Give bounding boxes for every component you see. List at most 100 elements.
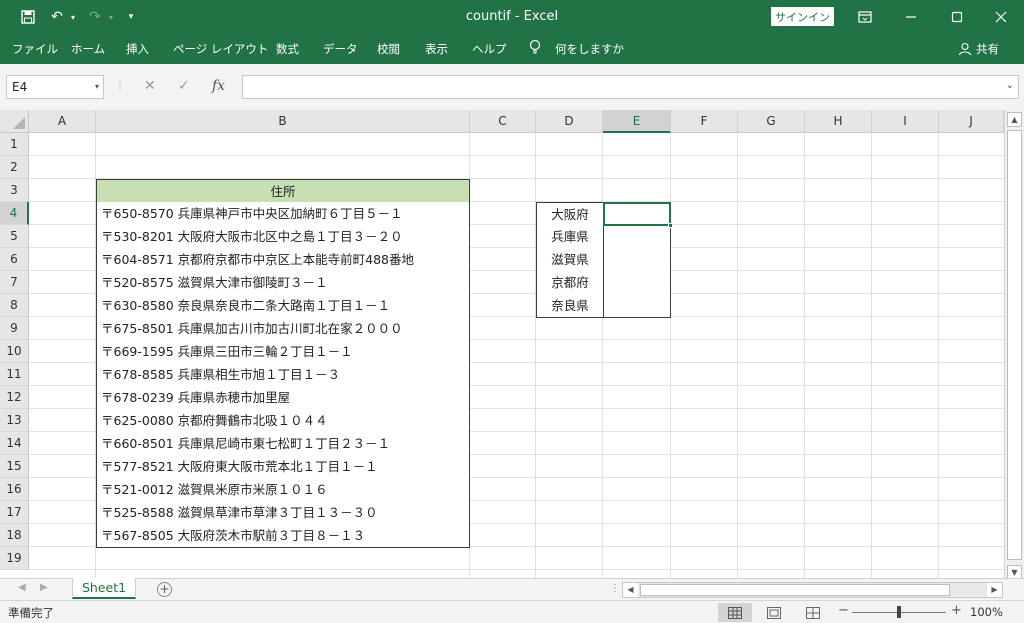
close-icon[interactable] (978, 0, 1024, 34)
scroll-right-icon[interactable]: ▶ (987, 583, 1002, 597)
vertical-scrollbar[interactable]: ▲ ▼ (1004, 110, 1024, 580)
row-header-16[interactable]: 16 (0, 478, 29, 501)
tab-data[interactable]: データ (323, 41, 358, 57)
zoom-out-icon[interactable]: − (838, 603, 849, 618)
tab-help[interactable]: ヘルプ (472, 41, 507, 57)
zoom-slider-thumb[interactable] (897, 606, 901, 618)
expand-formula-bar-icon[interactable]: ⌄ (1006, 80, 1014, 91)
tab-insert[interactable]: 挿入 (126, 41, 149, 57)
address-cell[interactable]: 〒678-8585 兵庫県相生市旭１丁目１－３ (96, 363, 470, 387)
tell-me-search[interactable]: 何をしますか (555, 41, 624, 57)
count-cell[interactable] (603, 294, 671, 318)
sheet-tab-sheet1[interactable]: Sheet1 (72, 578, 136, 599)
worksheet-grid[interactable]: A B C D E F G H I J 1 2 3 4 5 6 7 8 9 10… (0, 110, 1004, 578)
page-break-view-icon[interactable] (796, 603, 830, 622)
address-cell[interactable]: 〒625-0080 京都府舞鶴市北吸１０４４ (96, 409, 470, 433)
row-header-14[interactable]: 14 (0, 432, 29, 455)
prefecture-cell[interactable]: 兵庫県 (536, 225, 604, 249)
tab-file[interactable]: ファイル (12, 41, 58, 57)
row-header-12[interactable]: 12 (0, 386, 29, 409)
name-box-dropdown-icon[interactable]: ▾ (95, 76, 99, 98)
column-header-a[interactable]: A (29, 110, 96, 133)
address-cell[interactable]: 〒660-8501 兵庫県尼崎市東七松町１丁目２３－１ (96, 432, 470, 456)
signin-button[interactable]: サインイン (771, 7, 834, 26)
column-header-f[interactable]: F (671, 110, 738, 133)
vertical-scroll-thumb[interactable] (1007, 130, 1022, 560)
horizontal-scroll-thumb[interactable] (640, 584, 950, 596)
prefecture-cell[interactable]: 京都府 (536, 271, 604, 295)
zoom-in-icon[interactable]: + (951, 603, 962, 618)
address-cell[interactable]: 〒630-8580 奈良県奈良市二条大路南１丁目１－１ (96, 294, 470, 318)
horizontal-scrollbar[interactable]: ◀ ▶ (622, 582, 1003, 598)
row-header-13[interactable]: 13 (0, 409, 29, 432)
row-header-3[interactable]: 3 (0, 179, 29, 202)
address-cell[interactable]: 〒567-8505 大阪府茨木市駅前３丁目８－１３ (96, 524, 470, 548)
active-cell-e4[interactable] (603, 202, 671, 226)
tab-split-handle-icon[interactable]: ⋮ (610, 583, 620, 594)
column-header-d[interactable]: D (536, 110, 603, 133)
select-all-button[interactable] (0, 110, 29, 133)
row-header-1[interactable]: 1 (0, 133, 29, 156)
insert-function-icon[interactable]: 𝑓x (212, 78, 225, 94)
row-header-10[interactable]: 10 (0, 340, 29, 363)
enter-icon[interactable]: ✓ (178, 78, 190, 94)
count-cell[interactable] (603, 225, 671, 249)
address-cell[interactable]: 〒530-8201 大阪府大阪市北区中之島１丁目３－２０ (96, 225, 470, 249)
address-cell[interactable]: 〒669-1595 兵庫県三田市三輪２丁目１－１ (96, 340, 470, 364)
column-header-g[interactable]: G (738, 110, 805, 133)
count-cell[interactable] (603, 271, 671, 295)
row-header-8[interactable]: 8 (0, 294, 29, 317)
formula-input[interactable]: ⌄ (242, 75, 1019, 99)
row-header-6[interactable]: 6 (0, 248, 29, 271)
row-header-15[interactable]: 15 (0, 455, 29, 478)
page-layout-view-icon[interactable] (757, 603, 791, 622)
column-header-h[interactable]: H (805, 110, 872, 133)
tab-view[interactable]: 表示 (425, 41, 448, 57)
address-cell[interactable]: 〒577-8521 大阪府東大阪市荒本北１丁目１－１ (96, 455, 470, 479)
fill-handle[interactable] (668, 223, 673, 228)
row-header-17[interactable]: 17 (0, 501, 29, 524)
address-cell[interactable]: 〒521-0012 滋賀県米原市米原１０１６ (96, 478, 470, 502)
count-cell[interactable] (603, 248, 671, 272)
row-header-7[interactable]: 7 (0, 271, 29, 294)
address-header-cell[interactable]: 住所 (96, 179, 470, 203)
add-sheet-icon[interactable]: + (157, 582, 172, 597)
column-header-c[interactable]: C (470, 110, 536, 133)
row-header-18[interactable]: 18 (0, 524, 29, 547)
tab-home[interactable]: ホーム (71, 41, 105, 57)
tab-review[interactable]: 校閲 (377, 41, 400, 57)
address-cell[interactable]: 〒604-8571 京都府京都市中京区上本能寺前町488番地 (96, 248, 470, 272)
prefecture-cell[interactable]: 滋賀県 (536, 248, 604, 272)
column-header-i[interactable]: I (872, 110, 939, 133)
ribbon-display-options-icon[interactable] (842, 0, 888, 34)
address-cell[interactable]: 〒650-8570 兵庫県神戸市中央区加納町６丁目５－１ (96, 202, 470, 226)
row-header-5[interactable]: 5 (0, 225, 29, 248)
prev-sheet-icon[interactable]: ◀ (18, 582, 26, 593)
address-cell[interactable]: 〒678-0239 兵庫県赤穂市加里屋 (96, 386, 470, 410)
address-cell[interactable]: 〒675-8501 兵庫県加古川市加古川町北在家２０００ (96, 317, 470, 341)
row-header-11[interactable]: 11 (0, 363, 29, 386)
column-header-j[interactable]: J (939, 110, 1004, 133)
address-cell[interactable]: 〒520-8575 滋賀県大津市御陵町３－１ (96, 271, 470, 295)
name-box[interactable]: E4 ▾ (6, 75, 104, 99)
scroll-left-icon[interactable]: ◀ (623, 583, 638, 597)
cancel-icon[interactable]: ✕ (144, 78, 156, 94)
tab-page-layout[interactable]: ページ レイアウト (173, 41, 268, 57)
share-button[interactable]: 共有 (958, 41, 999, 57)
maximize-icon[interactable] (934, 0, 980, 34)
scroll-up-icon[interactable]: ▲ (1007, 112, 1022, 127)
prefecture-cell[interactable]: 大阪府 (536, 202, 604, 226)
normal-view-icon[interactable] (718, 603, 752, 622)
row-header-4[interactable]: 4 (0, 202, 29, 225)
row-header-9[interactable]: 9 (0, 317, 29, 340)
next-sheet-icon[interactable]: ▶ (40, 582, 48, 593)
tab-formulas[interactable]: 数式 (276, 41, 299, 57)
column-header-b[interactable]: B (96, 110, 470, 133)
minimize-icon[interactable] (888, 0, 934, 34)
row-header-2[interactable]: 2 (0, 156, 29, 179)
zoom-level[interactable]: 100% (970, 605, 1003, 619)
column-header-e[interactable]: E (603, 110, 671, 133)
address-cell[interactable]: 〒525-8588 滋賀県草津市草津３丁目１３－３０ (96, 501, 470, 525)
prefecture-cell[interactable]: 奈良県 (536, 294, 604, 318)
row-header-19[interactable]: 19 (0, 547, 29, 570)
